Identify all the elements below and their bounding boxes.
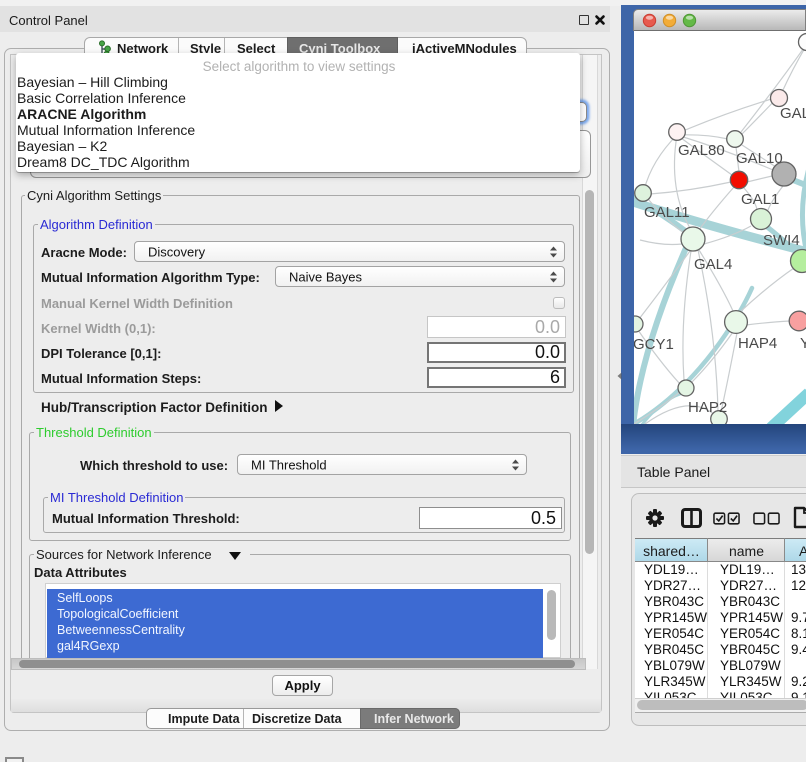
svg-text:GAL1: GAL1 xyxy=(741,191,779,208)
svg-text:SWI4: SWI4 xyxy=(763,232,800,249)
svg-text:GAL80: GAL80 xyxy=(678,142,725,159)
svg-text:Y: Y xyxy=(800,335,806,352)
svg-text:GAL11: GAL11 xyxy=(644,204,690,221)
svg-text:HAP2: HAP2 xyxy=(688,399,727,416)
svg-text:GAL10: GAL10 xyxy=(736,150,783,167)
svg-text:GCY1: GCY1 xyxy=(634,336,674,353)
svg-text:GAL4: GAL4 xyxy=(694,256,732,273)
svg-text:GAL7: GAL7 xyxy=(780,105,806,122)
svg-text:HAP4: HAP4 xyxy=(738,335,777,352)
